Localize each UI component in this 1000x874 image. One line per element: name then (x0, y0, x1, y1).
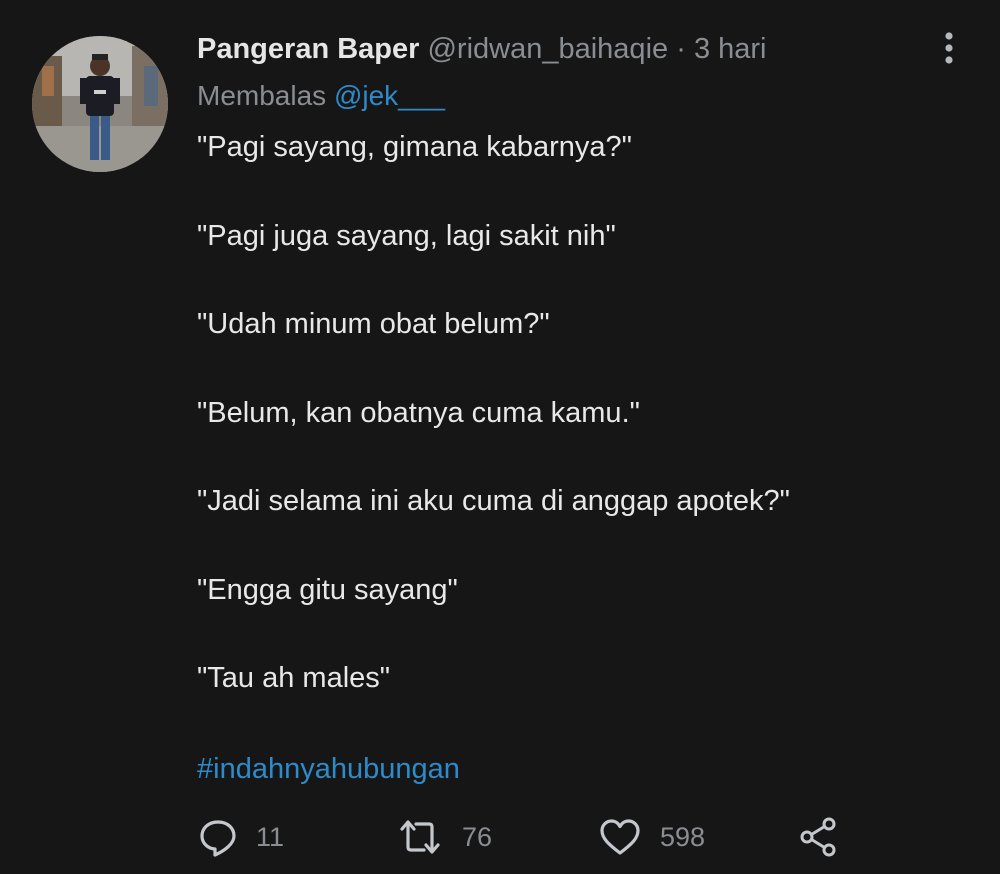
avatar[interactable] (32, 36, 168, 172)
tweet-line: "Belum, kan obatnya cuma kamu." (197, 396, 640, 429)
retweet-button[interactable]: 76 (396, 810, 492, 864)
header-separator: · (676, 33, 686, 65)
share-button[interactable] (798, 810, 840, 864)
tweet-line: "Pagi juga sayang, lagi sakit nih" (197, 219, 616, 252)
reply-target-handle[interactable]: @jek___ (334, 80, 445, 111)
reply-count: 11 (256, 821, 285, 852)
tweet-timestamp[interactable]: 3 hari (694, 33, 767, 65)
reply-prefix: Membalas (197, 80, 327, 111)
retweet-icon (400, 820, 440, 854)
tweet-line: "Pagi sayang, gimana kabarnya?" (197, 131, 632, 163)
reply-context: Membalas @jek___ (197, 78, 445, 114)
reply-bubble-icon (200, 820, 236, 857)
tweet-body: "Pagi sayang, gimana kabarnya?" "Pagi ju… (197, 128, 957, 748)
tweet-line: "Jadi selama ini aku cuma di anggap apot… (197, 485, 790, 517)
author-handle[interactable]: @ridwan_baihaqie (427, 33, 668, 65)
author-display-name[interactable]: Pangeran Baper (197, 33, 419, 65)
share-icon (800, 817, 836, 857)
reply-button[interactable]: 11 (198, 810, 284, 864)
tweet-actions: 11 76 598 (0, 810, 1000, 864)
hashtag-link[interactable]: #indahnyahubungan (197, 750, 460, 788)
heart-icon (600, 819, 640, 855)
like-count: 598 (660, 821, 706, 852)
more-vertical-icon (945, 32, 953, 64)
tweet-header: Pangeran Baper @ridwan_baihaqie · 3 hari (197, 30, 766, 68)
retweet-count: 76 (462, 821, 493, 852)
tweet-line: "Tau ah males" (197, 662, 391, 694)
tweet-line: "Engga gitu sayang" (197, 573, 458, 606)
like-button[interactable]: 598 (598, 810, 705, 864)
tweet-line: "Udah minum obat belum?" (197, 308, 550, 340)
more-options-button[interactable] (936, 30, 962, 66)
avatar-photo (32, 36, 168, 172)
